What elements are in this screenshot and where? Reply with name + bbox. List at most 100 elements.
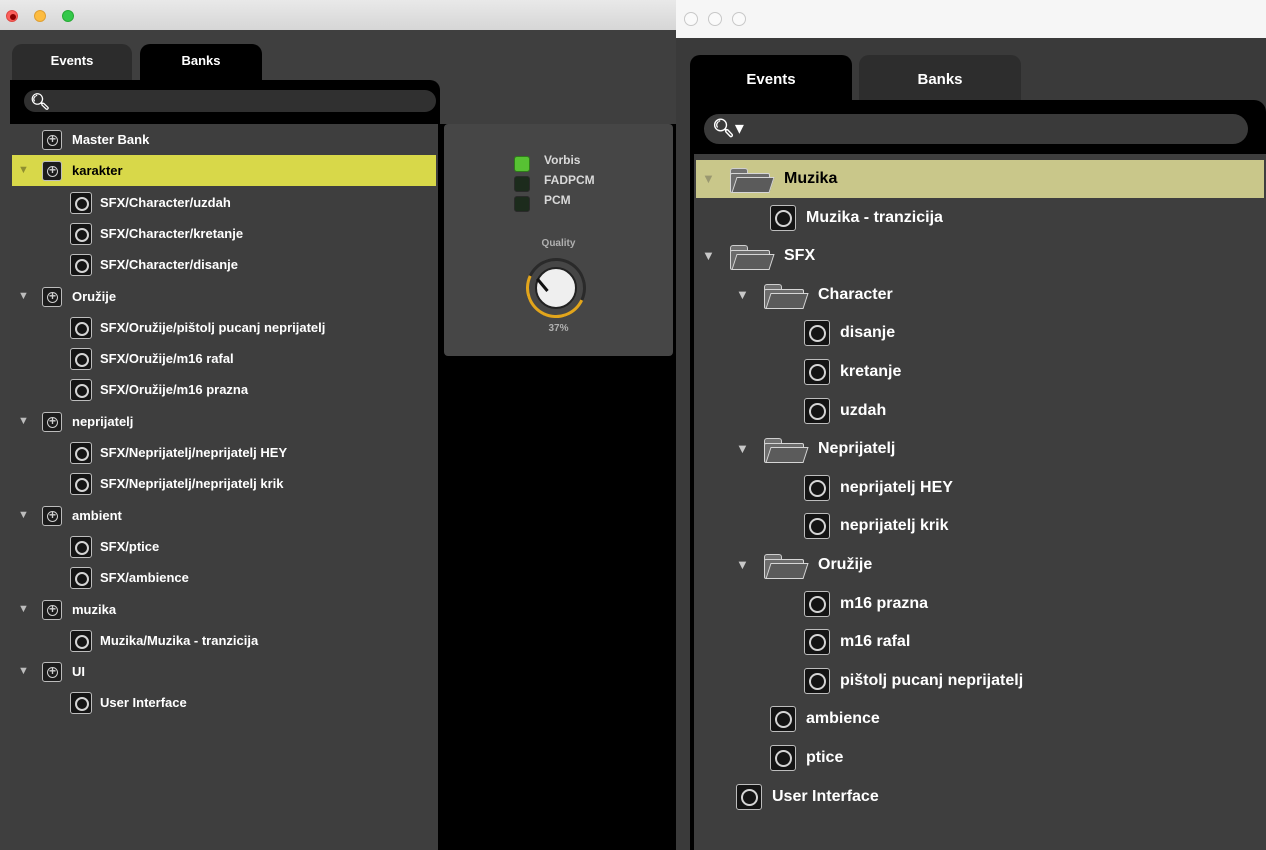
event-icon bbox=[804, 397, 830, 424]
search-input[interactable]: 🔍︎ bbox=[24, 90, 436, 112]
bank-icon bbox=[42, 500, 62, 531]
expand-triangle-icon[interactable]: ▼ bbox=[18, 155, 29, 186]
row-label: Neprijatelj bbox=[818, 440, 896, 458]
event-row[interactable]: ambience bbox=[696, 700, 1264, 738]
expand-triangle-icon[interactable]: ▼ bbox=[18, 500, 29, 531]
format-label-vorbis[interactable]: Vorbis bbox=[544, 153, 580, 167]
folder-row[interactable]: ▼ Oružije bbox=[696, 546, 1264, 584]
bank-event-row[interactable]: SFX/Character/kretanje bbox=[12, 218, 436, 249]
search-input[interactable]: 🔍︎▾ bbox=[704, 114, 1248, 144]
bank-row[interactable]: ▼ karakter bbox=[12, 155, 436, 187]
format-led-pcm[interactable] bbox=[514, 196, 530, 212]
event-row[interactable]: disanje bbox=[696, 314, 1264, 352]
row-label: SFX/Character/kretanje bbox=[100, 225, 244, 241]
event-icon bbox=[804, 590, 830, 617]
bank-icon bbox=[42, 124, 62, 155]
event-icon bbox=[70, 629, 92, 652]
tab-events[interactable]: Events bbox=[690, 55, 852, 105]
bank-event-row[interactable]: SFX/Oružije/pištolj pucanj neprijatelj bbox=[12, 312, 436, 343]
expand-triangle-icon[interactable]: ▼ bbox=[736, 430, 749, 468]
expand-triangle-icon[interactable]: ▼ bbox=[18, 656, 29, 687]
quality-value: 37% bbox=[548, 323, 569, 334]
event-icon bbox=[804, 320, 830, 347]
row-label: Muzika bbox=[784, 170, 838, 187]
close-window-button[interactable] bbox=[6, 10, 18, 22]
bank-row[interactable]: ▼ neprijatelj bbox=[12, 406, 436, 437]
row-label: UI bbox=[72, 664, 85, 680]
event-icon bbox=[70, 442, 92, 464]
bank-event-row[interactable]: SFX/ambience bbox=[12, 562, 436, 593]
bank-event-row[interactable]: SFX/Oružije/m16 rafal bbox=[12, 343, 436, 374]
minimize-window-button[interactable] bbox=[708, 12, 722, 26]
event-row[interactable]: neprijatelj HEY bbox=[696, 469, 1264, 507]
folder-row[interactable]: ▼ Neprijatelj bbox=[696, 430, 1264, 468]
event-icon bbox=[804, 629, 830, 656]
expand-triangle-icon[interactable]: ▼ bbox=[18, 406, 29, 437]
bank-tree: Master Bank ▼ karakter SFX/Character/uzdah S… bbox=[10, 124, 440, 850]
bank-event-row[interactable]: SFX/ptice bbox=[12, 531, 436, 562]
quality-knob[interactable] bbox=[535, 267, 577, 309]
row-label: ptice bbox=[806, 749, 844, 766]
folder-row[interactable]: ▼ Muzika bbox=[696, 160, 1264, 198]
left-tab-bar: Events Banks bbox=[0, 30, 676, 84]
event-row[interactable]: m16 rafal bbox=[696, 623, 1264, 661]
bank-event-row[interactable]: SFX/Neprijatelj/neprijatelj krik bbox=[12, 468, 436, 499]
bank-icon bbox=[42, 155, 62, 186]
bank-event-row[interactable]: SFX/Neprijatelj/neprijatelj HEY bbox=[12, 437, 436, 468]
bank-row[interactable]: ▼ muzika bbox=[12, 594, 436, 625]
folder-row[interactable]: ▼ Character bbox=[696, 276, 1264, 314]
expand-triangle-icon[interactable]: ▼ bbox=[702, 160, 715, 198]
row-label: uzdah bbox=[840, 401, 887, 419]
bank-row[interactable]: ▼ Oružije bbox=[12, 281, 436, 312]
format-led-fadpcm[interactable] bbox=[514, 176, 530, 192]
format-label-fadpcm[interactable]: FADPCM bbox=[544, 173, 595, 187]
row-label: m16 prazna bbox=[840, 594, 929, 612]
tab-banks[interactable]: Banks bbox=[140, 44, 262, 84]
zoom-window-button[interactable] bbox=[732, 12, 746, 26]
event-row[interactable]: User Interface bbox=[696, 778, 1264, 816]
folder-row[interactable]: ▼ SFX bbox=[696, 237, 1264, 275]
row-label: m16 rafal bbox=[840, 633, 911, 651]
expand-triangle-icon[interactable]: ▼ bbox=[702, 237, 715, 275]
bank-event-row[interactable]: SFX/Character/uzdah bbox=[12, 187, 436, 218]
format-led-vorbis[interactable] bbox=[514, 156, 530, 172]
event-icon bbox=[70, 692, 92, 715]
event-row[interactable]: neprijatelj krik bbox=[696, 507, 1264, 545]
bank-row[interactable]: Master Bank bbox=[12, 124, 436, 155]
expand-triangle-icon[interactable]: ▼ bbox=[18, 594, 29, 625]
bank-row[interactable]: ▼ ambient bbox=[12, 500, 436, 531]
event-row[interactable]: kretanje bbox=[696, 353, 1264, 391]
close-window-button[interactable] bbox=[684, 12, 698, 26]
bank-event-row[interactable]: Muzika/Muzika - tranzicija bbox=[12, 625, 436, 656]
event-icon bbox=[736, 783, 762, 810]
folder-icon bbox=[728, 245, 775, 271]
tab-banks[interactable]: Banks bbox=[859, 55, 1021, 105]
minimize-window-button[interactable] bbox=[34, 10, 46, 22]
event-row[interactable]: pištolj pucanj neprijatelj bbox=[696, 662, 1264, 700]
event-icon bbox=[70, 316, 92, 339]
zoom-window-button[interactable] bbox=[62, 10, 74, 22]
event-icon bbox=[70, 379, 92, 402]
event-icon bbox=[770, 745, 796, 771]
event-tree: ▼ Muzika Muzika - tranzicija ▼ SFX ▼ Character… bbox=[694, 154, 1266, 850]
bank-row[interactable]: ▼ UI bbox=[12, 656, 436, 687]
event-row[interactable]: m16 prazna bbox=[696, 585, 1264, 623]
expand-triangle-icon[interactable]: ▼ bbox=[736, 546, 749, 584]
event-row[interactable]: uzdah bbox=[696, 392, 1264, 430]
row-label: SFX/ambience bbox=[100, 570, 189, 586]
event-icon bbox=[70, 191, 92, 214]
search-icon: 🔍︎ bbox=[30, 94, 51, 111]
format-label-pcm[interactable]: PCM bbox=[544, 193, 571, 207]
bank-event-row[interactable]: SFX/Character/disanje bbox=[12, 249, 436, 280]
bank-event-row[interactable]: SFX/Oružije/m16 prazna bbox=[12, 374, 436, 405]
tab-events[interactable]: Events bbox=[12, 44, 132, 84]
event-row[interactable]: Muzika - tranzicija bbox=[696, 199, 1264, 237]
expand-triangle-icon[interactable]: ▼ bbox=[18, 281, 29, 312]
event-row[interactable]: ptice bbox=[696, 739, 1264, 777]
row-label: kretanje bbox=[840, 363, 902, 380]
bank-event-row[interactable]: User Interface bbox=[12, 687, 436, 718]
expand-triangle-icon[interactable]: ▼ bbox=[736, 276, 749, 314]
row-label: neprijatelj bbox=[72, 413, 134, 429]
events-window: Events Banks 🔍︎▾ ▼ Muzika Muzika - tranzic… bbox=[676, 0, 1266, 850]
row-label: SFX/Oružije/m16 rafal bbox=[100, 351, 234, 367]
